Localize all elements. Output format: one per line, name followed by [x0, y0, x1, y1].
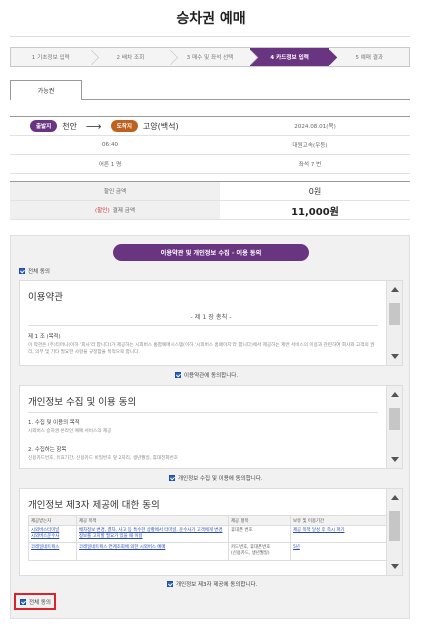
- terms-chapter: - 제 1 장 총칙 -: [190, 314, 232, 321]
- table-cell: 시외버스터미널 시외버스운수사: [28, 524, 77, 544]
- scroll-down-icon[interactable]: [391, 457, 399, 462]
- passenger-count: 어른 1 명: [98, 162, 122, 168]
- step-basic-info: 1 기초정보 입력: [11, 48, 91, 66]
- privacy-heading: 개인정보 수집 및 이용 동의: [28, 397, 137, 408]
- departure-station: 천안: [62, 121, 77, 131]
- table-row: 코레일네트웍스 코레일네트웍스 연계조회에 의한 시외버스 예매 카드번호, 휴…: [28, 542, 388, 561]
- table-header: 제공 목적: [76, 515, 229, 526]
- scroll-thumb[interactable]: [389, 511, 400, 541]
- page-title: 승차권 예매: [176, 11, 246, 27]
- privacy-item1-text: 시외버스 승차권 온라인 예매 서비스의 제공: [28, 429, 112, 434]
- departure-time: 06:40: [101, 142, 119, 148]
- table-cell: 제공 목적 달성 후 즉시 파기: [290, 524, 388, 544]
- discount-tag: (할인): [94, 208, 110, 214]
- terms-heading: 이용약관: [28, 292, 63, 303]
- agreement-section: 이용약관 및 개인정보 수집 · 이용 동의 전체 동의 이용약관 - 제 1 …: [10, 235, 410, 619]
- step-result: 5 예매 결과: [355, 55, 384, 61]
- scroll-up-icon[interactable]: [391, 392, 399, 397]
- scroll-up-icon[interactable]: [391, 287, 399, 292]
- third-party-agree-checkbox[interactable]: 개인정보 제3자 제공에 동의합니다.: [167, 580, 257, 588]
- step-progress: 1 기초정보 입력 2 배차 조회 3 매수 및 좌석 선택 4 카드정보 입력…: [10, 47, 410, 67]
- bus-company: 대원고속(우등): [292, 143, 328, 149]
- tab-ticket-type[interactable]: 가능권: [10, 80, 82, 100]
- terms-body: 이 약관은 (주)티머니(이하 '회사'라 합니다)가 제공하는 시외버스 통합…: [28, 343, 375, 355]
- scroll-thumb[interactable]: [389, 408, 400, 430]
- table-row: 시외버스터미널 시외버스운수사 배차정보 변경, 결차, 사고 등 특수한 상황…: [28, 524, 388, 544]
- route-arrow-icon: ⟶: [85, 119, 102, 133]
- table-cell: 5년: [290, 542, 388, 561]
- discount-value: 0원: [308, 186, 322, 196]
- all-agree-checkbox-top[interactable]: 전체 동의: [19, 267, 50, 275]
- arrival-station: 고양(백석): [142, 121, 179, 131]
- route-summary: 출발지 천안 ⟶ 도착지 고양(백석): [10, 117, 220, 135]
- scroll-thumb[interactable]: [389, 303, 400, 325]
- table-cell: 배차정보 변경, 결차, 사고 등 특수한 상황에서 터미널, 운수사가 고객에…: [76, 524, 229, 544]
- arrival-badge: 도착지: [110, 120, 138, 132]
- table-header: 제공 항목: [228, 515, 291, 526]
- terms-agree-checkbox[interactable]: 이용약관에 동의합니다.: [175, 371, 238, 379]
- terms-scrollbar[interactable]: [386, 281, 402, 365]
- terms-panel[interactable]: 이용약관 - 제 1 장 총칙 - 제 1 조 (목적) 이 약관은 (주)티머…: [19, 280, 403, 366]
- third-party-scrollbar[interactable]: [386, 489, 402, 575]
- payment-summary: 할인 금액 0원 (할인) 결제 금액 11,000원: [10, 181, 410, 220]
- privacy-item1: 1. 수집 및 이용의 목적: [28, 420, 80, 426]
- step-card-info: 4 카드정보 입력: [249, 48, 330, 66]
- third-party-panel[interactable]: 개인정보 제3자 제공에 대한 동의 제공받는자 제공 목적 제공 항목 보유 …: [19, 488, 403, 576]
- terms-article: 제 1 조 (목적): [28, 334, 61, 340]
- privacy-scrollbar[interactable]: [386, 386, 402, 468]
- table-cell: 휴대폰 번호: [228, 524, 291, 544]
- discount-label: 할인 금액: [10, 182, 220, 200]
- trip-info: 출발지 천안 ⟶ 도착지 고양(백석) 2024.08.01(목) 06:40 …: [10, 116, 410, 174]
- step-schedule-search: 2 배차 조회: [91, 48, 171, 66]
- highlight-box: [14, 593, 56, 610]
- scroll-down-icon[interactable]: [391, 564, 399, 569]
- seat-number: 좌석 7 번: [298, 162, 322, 168]
- checkbox-checked-icon: [19, 268, 25, 274]
- table-cell: 코레일네트웍스: [28, 542, 77, 561]
- step-seat-select: 3 매수 및 좌석 선택: [170, 48, 250, 66]
- third-party-heading: 개인정보 제3자 제공에 대한 동의: [28, 500, 160, 511]
- departure-badge: 출발지: [30, 120, 58, 132]
- privacy-item2-text: 신용카드번호, 유효기간, 신용카드 비밀번호 앞 2자리, 생년월일, 휴대전…: [28, 455, 179, 461]
- table-cell: 카드번호, 휴대폰번호 (신용카드, 생년월일): [228, 542, 291, 561]
- scroll-down-icon[interactable]: [391, 354, 399, 359]
- privacy-panel[interactable]: 개인정보 수집 및 이용 동의 1. 수집 및 이용의 목적 시외버스 승차권 …: [19, 385, 403, 469]
- table-header: 제공받는자: [28, 515, 77, 526]
- privacy-agree-checkbox[interactable]: 개인정보 수집 및 이용에 동의합니다.: [169, 474, 263, 482]
- total-value: 11,000원: [291, 206, 339, 218]
- checkbox-checked-icon: [167, 581, 173, 587]
- table-cell: 코레일네트웍스 연계조회에 의한 시외버스 예매: [76, 542, 229, 561]
- scroll-up-icon[interactable]: [391, 495, 399, 500]
- checkbox-checked-icon: [175, 372, 181, 378]
- travel-date: 2024.08.01(목): [294, 124, 336, 130]
- table-header: 보유 및 이용기간: [290, 515, 388, 526]
- total-label: (할인) 결제 금액: [10, 201, 220, 219]
- title-divider: [10, 36, 410, 37]
- third-party-table: 제공받는자 제공 목적 제공 항목 보유 및 이용기간 시외버스터미널 시외버스…: [28, 515, 388, 561]
- privacy-item2: 2. 수집하는 항목: [28, 446, 67, 453]
- checkbox-checked-icon: [169, 475, 175, 481]
- agreement-title-button[interactable]: 이용약관 및 개인정보 수집 · 이용 동의: [113, 244, 309, 261]
